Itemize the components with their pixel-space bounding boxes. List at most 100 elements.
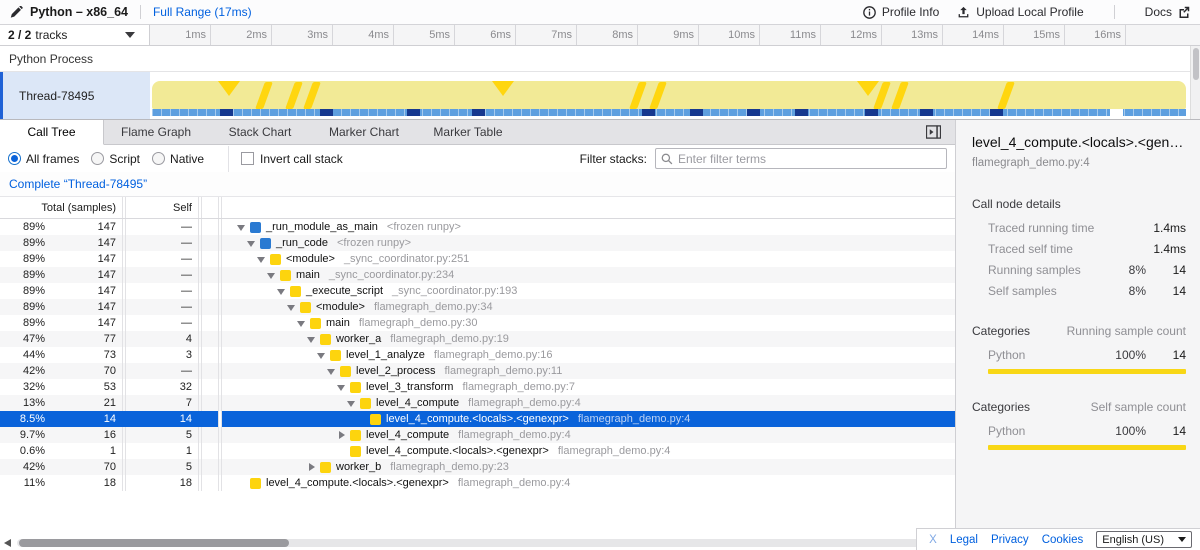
table-row[interactable]: 89%147—_run_module_as_main<frozen runpy> — [0, 219, 955, 235]
expander-open-icon[interactable] — [267, 270, 277, 280]
expander-closed-icon[interactable] — [337, 430, 347, 440]
tab-marker-chart[interactable]: Marker Chart — [312, 120, 416, 144]
thread-track-label[interactable]: Thread-78495 — [0, 72, 150, 119]
external-link-icon — [1178, 6, 1190, 18]
docs-button[interactable]: Docs — [1145, 5, 1190, 19]
row-frame: level_4_computeflamegraph_demo.py:4 — [222, 397, 955, 409]
expander-open-icon[interactable] — [327, 366, 337, 376]
detail-label: Traced self time — [988, 242, 1104, 256]
frame-origin: _sync_coordinator.py:251 — [344, 253, 469, 265]
row-frame: _execute_script_sync_coordinator.py:193 — [222, 285, 955, 297]
expander-open-icon[interactable] — [347, 398, 357, 408]
table-row[interactable]: 47%774worker_aflamegraph_demo.py:19 — [0, 331, 955, 347]
filter-search-input[interactable] — [678, 152, 941, 166]
column-divider[interactable] — [218, 197, 222, 218]
tab-flame-graph[interactable]: Flame Graph — [104, 120, 208, 144]
detail-value: 1.4ms — [1146, 221, 1186, 235]
expander-closed-icon[interactable] — [307, 462, 317, 472]
table-row[interactable]: 89%147—main_sync_coordinator.py:234 — [0, 267, 955, 283]
table-row[interactable]: 89%147—<module>_sync_coordinator.py:251 — [0, 251, 955, 267]
table-row[interactable]: 9.7%165level_4_computeflamegraph_demo.py… — [0, 427, 955, 443]
full-range-button[interactable]: Full Range (17ms) — [153, 5, 252, 19]
footer-link-legal[interactable]: Legal — [950, 534, 978, 546]
column-divider[interactable] — [198, 197, 202, 218]
sidebar-toggle-button[interactable] — [926, 125, 941, 139]
table-row[interactable]: 0.6%11level_4_compute.<locals>.<genexpr>… — [0, 443, 955, 459]
column-header-self[interactable]: Self — [126, 202, 198, 214]
row-self-samples: — — [126, 317, 198, 329]
scrollbar-track[interactable] — [17, 539, 950, 547]
frame-origin: flamegraph_demo.py:4 — [558, 445, 671, 457]
invert-call-stack-label[interactable]: Invert call stack — [260, 152, 343, 166]
expander-open-icon[interactable] — [287, 302, 297, 312]
expander-spacer — [337, 446, 347, 456]
table-row[interactable]: 11%1818level_4_compute.<locals>.<genexpr… — [0, 475, 955, 491]
column-divider — [198, 299, 202, 315]
footer-link-cookies[interactable]: Cookies — [1042, 534, 1084, 546]
profile-info-button[interactable]: Profile Info — [863, 5, 939, 19]
thread-track-canvas[interactable] — [150, 72, 1188, 119]
table-row[interactable]: 32%5332level_3_transformflamegraph_demo.… — [0, 379, 955, 395]
expander-open-icon[interactable] — [337, 382, 347, 392]
row-self-samples: — — [126, 237, 198, 249]
tracks-scrollbar-thumb[interactable] — [1193, 48, 1199, 80]
invert-call-stack-checkbox[interactable] — [241, 152, 254, 165]
expander-open-icon[interactable] — [317, 350, 327, 360]
category-row: Python100%14 — [972, 348, 1186, 362]
all-frames-label[interactable]: All frames — [26, 152, 79, 166]
expander-open-icon[interactable] — [297, 318, 307, 328]
expander-open-icon[interactable] — [247, 238, 257, 248]
language-select[interactable]: English (US) — [1096, 531, 1192, 548]
tracks-dropdown[interactable]: 2 / 2 tracks — [0, 25, 150, 45]
table-row[interactable]: 89%147—_run_code<frozen runpy> — [0, 235, 955, 251]
tab-marker-table[interactable]: Marker Table — [416, 120, 520, 144]
script-radio[interactable] — [91, 152, 104, 165]
tracks-word: tracks — [35, 28, 67, 42]
footer-link-privacy[interactable]: Privacy — [991, 534, 1029, 546]
detail-label: Traced running time — [988, 221, 1104, 235]
row-total-samples: 70 — [50, 365, 122, 377]
table-row[interactable]: 89%147—_execute_script_sync_coordinator.… — [0, 283, 955, 299]
search-icon — [661, 153, 673, 165]
sidebar: level_4_compute.<locals>.<genexpr> flame… — [955, 120, 1200, 550]
column-divider — [198, 411, 202, 427]
expander-open-icon[interactable] — [277, 286, 287, 296]
column-header-total[interactable]: Total (samples) — [0, 202, 122, 214]
column-divider — [198, 475, 202, 491]
script-label[interactable]: Script — [109, 152, 140, 166]
table-row[interactable]: 42%705worker_bflamegraph_demo.py:23 — [0, 459, 955, 475]
table-row[interactable]: 8.5%1414level_4_compute.<locals>.<genexp… — [0, 411, 955, 427]
scrollbar-thumb[interactable] — [19, 539, 289, 547]
tab-stack-chart[interactable]: Stack Chart — [208, 120, 312, 144]
sample-segment — [795, 109, 808, 116]
table-row[interactable]: 42%70—level_2_processflamegraph_demo.py:… — [0, 363, 955, 379]
tracks-vertical-scrollbar[interactable] — [1190, 46, 1200, 119]
process-track-header[interactable]: Python Process — [0, 46, 1200, 72]
expander-open-icon[interactable] — [237, 222, 247, 232]
scroll-left-arrow-icon[interactable] — [4, 539, 11, 547]
expander-open-icon[interactable] — [307, 334, 317, 344]
frame-name: _run_code — [276, 237, 328, 249]
main-area: Call TreeFlame GraphStack ChartMarker Ch… — [0, 120, 1200, 550]
table-row[interactable]: 44%733level_1_analyzeflamegraph_demo.py:… — [0, 347, 955, 363]
expander-open-icon[interactable] — [257, 254, 267, 264]
upload-profile-button[interactable]: Upload Local Profile — [957, 5, 1083, 19]
edit-pencil-icon[interactable] — [10, 6, 23, 19]
table-row[interactable]: 13%217level_4_computeflamegraph_demo.py:… — [0, 395, 955, 411]
timeline-ruler[interactable]: 2 / 2 tracks 1ms2ms3ms4ms5ms6ms7ms8ms9ms… — [0, 25, 1200, 46]
table-row[interactable]: 89%147—mainflamegraph_demo.py:30 — [0, 315, 955, 331]
frame-name: level_4_compute.<locals>.<genexpr> — [386, 413, 569, 425]
filter-divider — [228, 146, 229, 172]
tab-call-tree[interactable]: Call Tree — [0, 120, 104, 145]
footer-close-button[interactable]: X — [929, 534, 937, 546]
row-total-samples: 147 — [50, 221, 122, 233]
all-frames-radio[interactable] — [8, 152, 21, 165]
breadcrumb-complete-thread[interactable]: Complete “Thread-78495” — [9, 177, 147, 191]
timeline-ruler-ticks[interactable]: 1ms2ms3ms4ms5ms6ms7ms8ms9ms10ms11ms12ms1… — [150, 25, 1200, 45]
category-label: Python — [988, 348, 1104, 362]
native-label[interactable]: Native — [170, 152, 204, 166]
native-radio[interactable] — [152, 152, 165, 165]
table-row[interactable]: 89%147—<module>flamegraph_demo.py:34 — [0, 299, 955, 315]
frame-origin: flamegraph_demo.py:19 — [390, 333, 509, 345]
filter-search-box[interactable] — [655, 148, 947, 169]
